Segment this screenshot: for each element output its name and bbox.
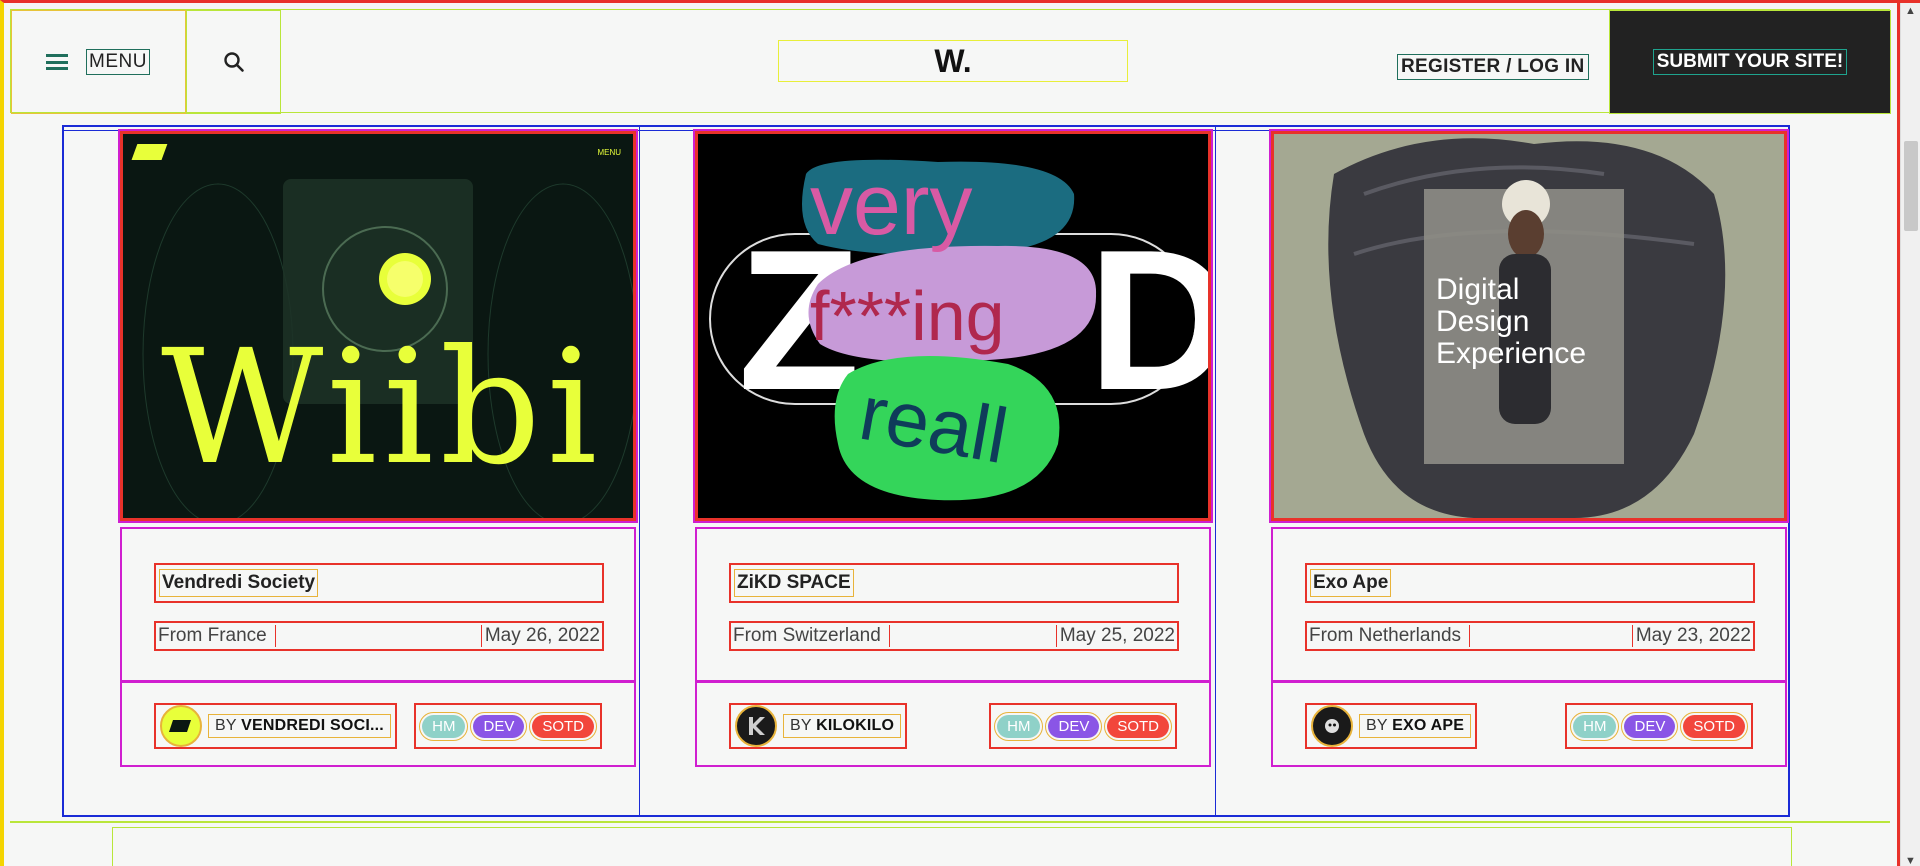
tag-sotd[interactable]: SOTD [529, 711, 597, 741]
thumbnail-text-1: Digital [1436, 273, 1520, 306]
search-button[interactable] [186, 10, 281, 114]
tag-hm[interactable]: HM [994, 711, 1044, 741]
card-country: From Switzerland [733, 625, 890, 647]
author-avatar [735, 705, 777, 747]
card-footer: BY KILOKILO HM DEV SOTD [695, 681, 1211, 767]
scrollbar[interactable]: ▲ ▼ [1900, 3, 1920, 866]
card-author[interactable]: BY KILOKILO [729, 703, 908, 749]
site-logo[interactable]: W. [778, 40, 1128, 82]
card-info: Vendredi Society From France May 26, 202… [120, 527, 636, 682]
site-thumbnail[interactable]: Z D very f***ing reall [693, 129, 1213, 523]
card-footer: BY VENDREDI SOCI... HM DEV SOTD [120, 681, 636, 767]
thumbnail-menu-text: MENU [597, 148, 621, 157]
card-title-box[interactable]: Vendredi Society [154, 563, 604, 603]
by-prefix: BY [215, 717, 237, 734]
tag-sotd[interactable]: SOTD [1680, 711, 1748, 741]
author-logo-icon [169, 720, 191, 732]
menu-label: MENU [86, 49, 150, 75]
submit-site-label: SUBMIT YOUR SITE! [1652, 49, 1848, 75]
site-card: Digital Design Experience Exo Ape From N… [1269, 129, 1791, 767]
author-name[interactable]: EXO APE [1392, 717, 1464, 734]
card-info: ZiKD SPACE From Switzerland May 25, 2022 [695, 527, 1211, 682]
card-title[interactable]: Vendredi Society [159, 569, 319, 597]
author-name[interactable]: VENDREDI SOCI... [241, 717, 384, 734]
thumbnail-text-2: f***ing [810, 277, 1005, 355]
card-date: May 23, 2022 [1631, 625, 1751, 647]
next-section-container [112, 827, 1792, 866]
search-icon [223, 52, 244, 72]
thumbnail-text-1: very [810, 157, 973, 253]
sites-grid: Wiibi MENU Vendredi Society From France … [62, 125, 1790, 817]
thumbnail-headline: Wiibi [161, 316, 604, 500]
award-tags: HM DEV SOTD [1565, 703, 1753, 749]
card-author[interactable]: BY VENDREDI SOCI... [154, 703, 397, 749]
card-meta: From Netherlands May 23, 2022 [1305, 621, 1755, 651]
hamburger-icon [46, 54, 68, 70]
tag-dev[interactable]: DEV [1045, 711, 1103, 741]
card-title[interactable]: ZiKD SPACE [734, 569, 854, 597]
tag-sotd[interactable]: SOTD [1104, 711, 1172, 741]
card-meta: From France May 26, 2022 [154, 621, 604, 651]
menu-toggle[interactable]: MENU [11, 10, 186, 114]
tag-hm[interactable]: HM [419, 711, 469, 741]
scroll-down-icon[interactable]: ▼ [1905, 855, 1916, 866]
thumbnail-headline: Digital Design Experience [1436, 274, 1586, 369]
author-byline: BY KILOKILO [783, 714, 902, 738]
author-name[interactable]: KILOKILO [816, 717, 894, 734]
page: MENU W. REGISTER / LOG IN SUBMIT YOUR SI… [0, 0, 1920, 866]
card-meta: From Switzerland May 25, 2022 [729, 621, 1179, 651]
author-byline: BY EXO APE [1359, 714, 1472, 738]
tag-dev[interactable]: DEV [1621, 711, 1679, 741]
author-byline: BY VENDREDI SOCI... [208, 714, 391, 738]
submit-site-button[interactable]: SUBMIT YOUR SITE! [1609, 10, 1891, 114]
top-navigation: MENU W. REGISTER / LOG IN SUBMIT YOUR SI… [10, 9, 1891, 114]
site-card: Z D very f***ing reall ZiKD SPACE From S… [693, 129, 1215, 767]
site-card: Wiibi MENU Vendredi Society From France … [118, 129, 640, 767]
column-divider [1215, 127, 1216, 815]
tag-hm[interactable]: HM [1570, 711, 1620, 741]
award-tags: HM DEV SOTD [989, 703, 1177, 749]
thumbnail-text-2: Design [1436, 304, 1530, 338]
card-country: From France [158, 625, 276, 647]
card-date: May 25, 2022 [1055, 625, 1175, 647]
thumbnail-text-3: Experience [1436, 336, 1587, 370]
tag-dev[interactable]: DEV [470, 711, 528, 741]
site-thumbnail[interactable]: Wiibi MENU [118, 129, 638, 523]
card-title[interactable]: Exo Ape [1310, 569, 1392, 597]
card-info: Exo Ape From Netherlands May 23, 2022 [1271, 527, 1787, 682]
card-date: May 26, 2022 [480, 625, 600, 647]
author-avatar [160, 705, 202, 747]
by-prefix: BY [1366, 717, 1388, 734]
author-avatar [1311, 705, 1353, 747]
svg-text:D: D [1088, 209, 1208, 432]
card-country: From Netherlands [1309, 625, 1471, 647]
author-k-icon [749, 717, 765, 735]
award-tags: HM DEV SOTD [414, 703, 602, 749]
author-ape-icon [1325, 719, 1339, 733]
scrollbar-thumb[interactable] [1904, 141, 1918, 231]
by-prefix: BY [790, 717, 812, 734]
card-title-box[interactable]: Exo Ape [1305, 563, 1755, 603]
card-author[interactable]: BY EXO APE [1305, 703, 1478, 749]
scroll-up-icon[interactable]: ▲ [1905, 5, 1916, 17]
register-login-link[interactable]: REGISTER / LOG IN [1397, 54, 1589, 80]
site-thumbnail[interactable]: Digital Design Experience [1269, 129, 1789, 523]
next-section [10, 821, 1890, 866]
card-footer: BY EXO APE HM DEV SOTD [1271, 681, 1787, 767]
card-title-box[interactable]: ZiKD SPACE [729, 563, 1179, 603]
